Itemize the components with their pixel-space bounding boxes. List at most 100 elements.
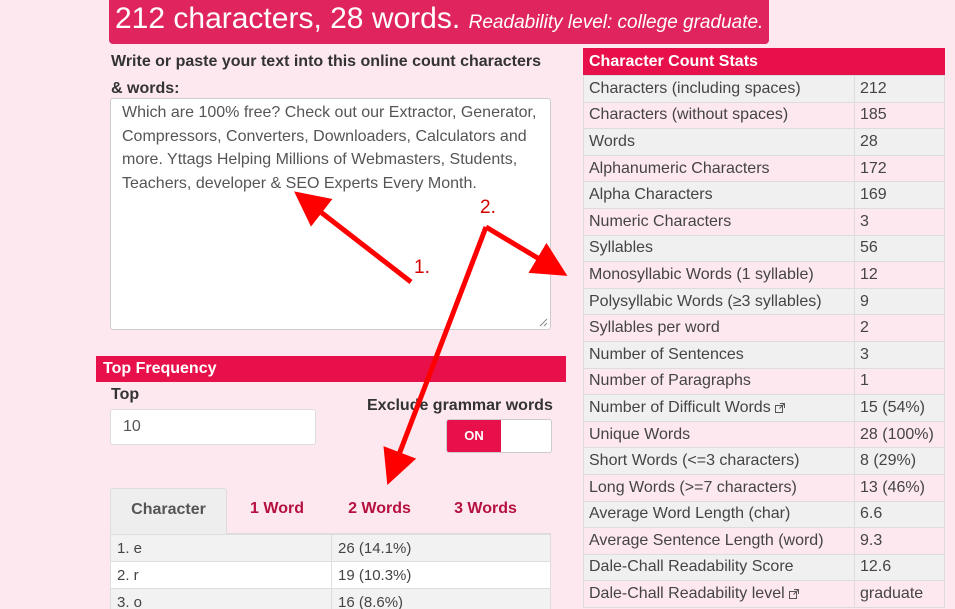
stats-label: Words [583,128,855,156]
character-count-stats: Character Count Stats Characters (includ… [583,48,945,608]
stats-label-text: Characters (including spaces) [589,79,801,97]
stats-value: 28 (100%) [854,420,945,449]
stats-label: Average Word Length (char) [583,500,855,529]
stats-value: 28 [854,128,945,156]
frequency-row: 1. e 26 (14.1%) [110,534,551,562]
stats-row: Average Sentence Length (word) 9.3 [583,527,945,555]
stats-value: 9 [854,287,945,316]
stats-row: Long Words (>=7 characters) 13 (46%) [583,473,945,502]
stats-label: Number of Paragraphs [583,367,855,396]
stats-label-text: Characters (without spaces) [589,106,789,124]
external-link-icon[interactable] [774,402,785,413]
stats-label: Short Words (<=3 characters) [583,447,855,475]
stats-value: 12.6 [854,553,945,582]
stats-value: 172 [854,154,945,183]
stats-label-text: Numeric Characters [589,212,732,230]
stats-label-text: Unique Words [589,425,691,443]
stats-label: Unique Words [583,420,855,449]
summary-banner: 212 characters, 28 words. Readability le… [109,0,770,44]
stats-label-text: Average Word Length (char) [589,505,791,523]
stats-value: 3 [854,207,945,236]
stats-row: Alpha Characters 169 [583,181,945,209]
stats-row: Characters (including spaces) 212 [583,75,945,103]
stats-label: Syllables [583,234,855,263]
top-count-input[interactable]: 10 [110,409,316,445]
stats-label-text: Monosyllabic Words (1 syllable) [589,265,814,283]
stats-label: Dale-Chall Readability Score [583,553,855,582]
stats-row: Polysyllabic Words (≥3 syllables) 9 [583,287,945,316]
top-frequency-header: Top Frequency [96,356,566,382]
frequency-count: 19 (10.3%) [331,561,551,589]
frequency-row: 3. o 16 (8.6%) [110,588,551,609]
stats-label: Number of Sentences [583,340,855,369]
stats-value: 2 [854,314,945,342]
stats-row: Average Word Length (char) 6.6 [583,500,945,529]
external-link-icon[interactable] [788,589,799,600]
stats-label-text: Dale-Chall Readability Score [589,558,794,576]
frequency-item: 2. r [110,561,332,589]
frequency-row: 2. r 19 (10.3%) [110,561,551,589]
stats-value: 1 [854,367,945,396]
stats-label-text: Syllables per word [589,319,720,337]
stats-value: 212 [854,75,945,103]
tab-2-words[interactable]: 2 Words [327,488,432,534]
stats-row: Dale-Chall Readability Score 12.6 [583,553,945,582]
stats-row: Numeric Characters 3 [583,207,945,236]
stats-label: Characters (without spaces) [583,101,855,130]
stats-header: Character Count Stats [583,48,945,75]
stats-value: 12 [854,261,945,289]
stats-value: 15 (54%) [854,394,945,422]
stats-label-text: Number of Paragraphs [589,372,751,390]
stats-label-text: Number of Difficult Words [589,398,771,416]
stats-label[interactable]: Number of Difficult Words [583,394,855,422]
annotation-label-1: 1. [414,257,430,278]
frequency-count: 16 (8.6%) [331,588,551,609]
frequency-tabs: Character 1 Word 2 Words 3 Words [110,488,551,534]
stats-label: Alphanumeric Characters [583,154,855,183]
stats-row: Alphanumeric Characters 172 [583,154,945,183]
stats-label-text: Words [589,132,635,150]
stats-value: 56 [854,234,945,263]
stats-table: Characters (including spaces) 212 Characte… [583,75,945,608]
stats-label: Syllables per word [583,314,855,342]
stats-label-text: Syllables [589,239,654,257]
stats-label: Monosyllabic Words (1 syllable) [583,261,855,289]
stats-label-text: Dale-Chall Readability level [589,585,785,603]
stats-value: 3 [854,340,945,369]
stats-value: 8 (29%) [854,447,945,475]
stats-value: 169 [854,181,945,209]
stats-row: Characters (without spaces) 185 [583,101,945,130]
stats-label: Long Words (>=7 characters) [583,473,855,502]
exclude-grammar-label: Exclude grammar words [367,397,553,414]
stats-row: Syllables per word 2 [583,314,945,342]
stats-label-text: Long Words (>=7 characters) [589,478,797,496]
stats-label[interactable]: Dale-Chall Readability level [583,580,855,608]
stats-value: 6.6 [854,500,945,529]
frequency-count: 26 (14.1%) [331,534,551,562]
character-word-count: 212 characters, 28 words. [115,2,461,35]
stats-row: Number of Paragraphs 1 [583,367,945,396]
top-label: Top [111,386,140,403]
stats-label-text: Average Sentence Length (word) [589,531,824,549]
stats-row: Unique Words 28 (100%) [583,420,945,449]
stats-value: 9.3 [854,527,945,555]
stats-row: Number of Sentences 3 [583,340,945,369]
stats-label: Numeric Characters [583,207,855,236]
stats-value: graduate [854,580,945,608]
stats-label: Characters (including spaces) [583,75,855,103]
stats-row: Syllables 56 [583,234,945,263]
tab-3-words[interactable]: 3 Words [432,488,539,534]
stats-row: Words 28 [583,128,945,156]
stats-row: Short Words (<=3 characters) 8 (29%) [583,447,945,475]
toggle-on-label: ON [447,420,501,452]
editor-prompt: Write or paste your text into this onlin… [111,53,542,97]
tab-character[interactable]: Character [110,488,227,534]
stats-value: 13 (46%) [854,473,945,502]
tab-1-word[interactable]: 1 Word [227,488,327,534]
resize-handle-icon[interactable] [539,318,548,327]
stats-label-text: Polysyllabic Words (≥3 syllables) [589,292,822,310]
exclude-grammar-toggle[interactable]: ON [446,419,552,453]
stats-row: Number of Difficult Words 15 (54%) [583,394,945,422]
stats-row: Dale-Chall Readability level graduate [583,580,945,608]
readability-level: Readability level: college graduate. [468,12,764,33]
